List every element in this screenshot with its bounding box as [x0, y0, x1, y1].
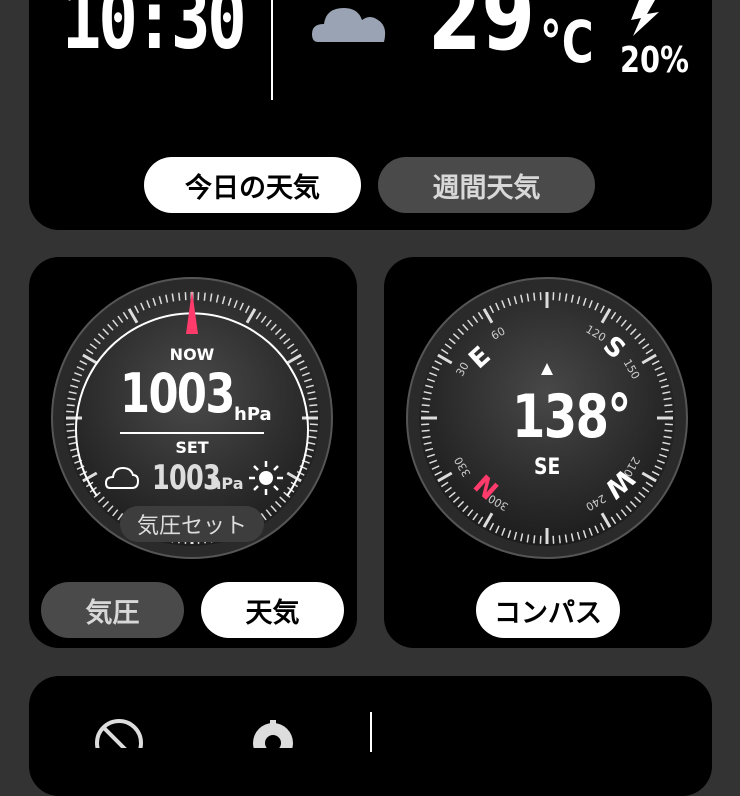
gear-icon [248, 718, 298, 748]
cardinal-s: S [597, 331, 631, 366]
cloud-icon [104, 464, 140, 490]
set-unit: hPa [210, 474, 243, 493]
now-unit: hPa [234, 404, 272, 425]
cardinal-w: W [598, 462, 639, 503]
tab-today-weather[interactable]: 今日の天気 [144, 157, 361, 213]
tab-weather[interactable]: 天気 [201, 582, 344, 638]
now-value: 1003 [120, 362, 234, 425]
temperature-value: 29 [428, 0, 535, 72]
dial-tick [204, 293, 205, 301]
cardinal-e: E [463, 341, 496, 375]
time-display: 10:30 [62, 0, 244, 68]
heading-value: 138° [512, 382, 630, 452]
tab-weekly-weather[interactable]: 週間天気 [378, 157, 595, 213]
lightning-icon [625, 0, 661, 36]
precipitation-percent: 20% [620, 40, 689, 81]
no-signal-icon [94, 718, 144, 748]
heading-direction: SE [534, 455, 560, 480]
set-pressure-button[interactable]: 気圧セット [120, 506, 264, 542]
compass-button[interactable]: コンパス [476, 582, 620, 638]
divider [370, 712, 372, 752]
divider [271, 0, 273, 100]
dial-tick [67, 405, 75, 406]
set-label: SET [142, 438, 242, 457]
dial-tick [309, 405, 317, 406]
dial-tick [67, 430, 75, 431]
tab-pressure[interactable]: 気圧 [41, 582, 184, 638]
temperature-unit: °C [540, 8, 594, 76]
sun-icon [248, 460, 284, 496]
cardinal-n: N [469, 468, 505, 505]
cloud-icon [310, 0, 390, 44]
dial-tick [309, 430, 317, 431]
dial-tick [179, 293, 180, 301]
